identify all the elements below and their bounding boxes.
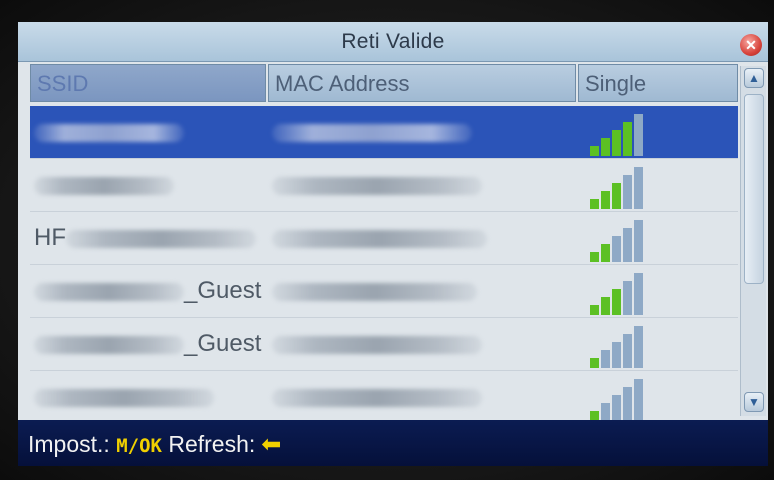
- scroll-down-icon[interactable]: ▼: [744, 392, 764, 412]
- redacted-blur: [272, 229, 487, 248]
- screen: Reti Valide ✕ SSID MAC Address Single HF: [18, 22, 768, 466]
- signal-bar: [623, 175, 632, 209]
- redacted-blur: [34, 388, 214, 407]
- redacted-blur: [272, 335, 482, 354]
- column-header-mac-address[interactable]: MAC Address: [268, 64, 576, 102]
- table-row[interactable]: [30, 159, 738, 212]
- ssid-cell: HF: [34, 224, 266, 252]
- mac-cell: [272, 171, 572, 199]
- redacted-blur: [34, 335, 184, 354]
- signal-bar: [634, 273, 643, 315]
- impost-label: Impost.:: [28, 431, 110, 457]
- redacted-blur: [34, 176, 174, 195]
- close-icon[interactable]: ✕: [740, 34, 762, 56]
- mac-cell: [272, 118, 572, 146]
- table-row[interactable]: HF: [30, 212, 738, 265]
- signal-bar: [612, 130, 621, 156]
- ssid-cell: [34, 171, 266, 199]
- signal-bar: [623, 122, 632, 156]
- refresh-label: Refresh:: [168, 431, 256, 457]
- signal-bar: [590, 252, 599, 262]
- table-header: SSID MAC Address Single: [18, 64, 738, 104]
- signal-bar: [601, 191, 610, 209]
- signal-bar: [634, 114, 643, 156]
- signal-bar: [601, 138, 610, 156]
- title-bar: Reti Valide ✕: [18, 22, 768, 62]
- signal-bar: [623, 387, 632, 421]
- signal-bar: [601, 244, 610, 262]
- signal-bar: [612, 342, 621, 368]
- signal-strength-icon: [590, 269, 660, 315]
- ssid-text: HF: [34, 224, 66, 251]
- signal-strength-icon: [590, 216, 660, 262]
- signal-bar: [590, 358, 599, 368]
- scrollbar[interactable]: ▲ ▼: [740, 66, 766, 416]
- window-title: Reti Valide: [341, 30, 445, 53]
- ssid-cell: [34, 383, 266, 411]
- signal-bar: [612, 395, 621, 421]
- signal-bar: [623, 228, 632, 262]
- column-header-signal[interactable]: Single: [578, 64, 738, 102]
- signal-bar: [590, 305, 599, 315]
- signal-bar: [612, 289, 621, 315]
- left-arrow-icon: ⬅: [261, 431, 282, 458]
- signal-bar: [634, 326, 643, 368]
- signal-bar: [601, 297, 610, 315]
- redacted-blur: [272, 176, 482, 195]
- mac-cell: [272, 224, 572, 252]
- signal-strength-icon: [590, 110, 660, 156]
- signal-bar: [612, 183, 621, 209]
- column-header-ssid[interactable]: SSID: [30, 64, 266, 102]
- mac-cell: [272, 277, 572, 305]
- ssid-cell: _Guest: [34, 277, 266, 305]
- ssid-text: _Guest: [184, 330, 262, 357]
- redacted-blur: [272, 388, 482, 407]
- signal-strength-icon: [590, 163, 660, 209]
- ok-key-badge: M/OK: [116, 435, 162, 457]
- footer-hint: Impost.: M/OK Refresh: ⬅: [28, 430, 281, 459]
- network-list: HF _Guest _Guest: [30, 106, 738, 424]
- scroll-thumb[interactable]: [744, 94, 764, 284]
- table-row[interactable]: [30, 106, 738, 159]
- signal-strength-icon: [590, 375, 660, 421]
- mac-cell: [272, 383, 572, 411]
- scroll-up-icon[interactable]: ▲: [744, 68, 764, 88]
- redacted-blur: [272, 282, 477, 301]
- signal-bar: [623, 281, 632, 315]
- signal-bar: [623, 334, 632, 368]
- redacted-blur: [34, 282, 184, 301]
- footer-bar: Impost.: M/OK Refresh: ⬅: [18, 420, 768, 466]
- signal-bar: [634, 379, 643, 421]
- table-row[interactable]: _Guest: [30, 318, 738, 371]
- table-row[interactable]: _Guest: [30, 265, 738, 318]
- mac-cell: [272, 330, 572, 358]
- signal-bar: [590, 146, 599, 156]
- signal-strength-icon: [590, 322, 660, 368]
- signal-bar: [612, 236, 621, 262]
- ssid-text: _Guest: [184, 277, 262, 304]
- ssid-cell: [34, 118, 266, 146]
- ssid-cell: _Guest: [34, 330, 266, 358]
- redacted-blur: [272, 123, 472, 142]
- redacted-blur: [34, 123, 184, 142]
- redacted-blur: [66, 229, 256, 248]
- signal-bar: [601, 403, 610, 421]
- table-row[interactable]: [30, 371, 738, 424]
- signal-bar: [634, 167, 643, 209]
- signal-bar: [601, 350, 610, 368]
- signal-bar: [634, 220, 643, 262]
- signal-bar: [590, 199, 599, 209]
